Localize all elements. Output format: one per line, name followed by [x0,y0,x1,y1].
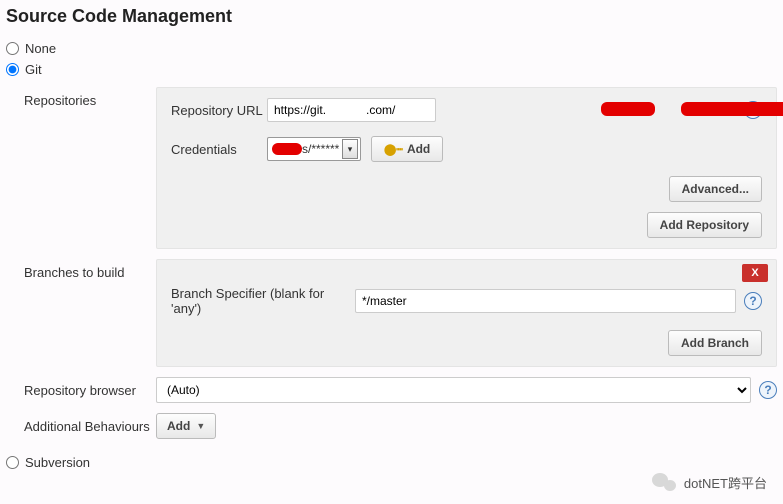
add-behaviour-button[interactable]: Add ▼ [156,413,216,439]
branches-label: Branches to build [6,259,156,280]
watermark-text: dotNET跨平台 [684,473,767,492]
branch-specifier-input[interactable] [355,289,736,313]
key-icon: ⬤┉ [384,143,403,156]
wechat-icon [652,470,676,494]
chevron-down-icon: ▼ [196,421,205,431]
delete-branch-button[interactable]: X [742,264,768,282]
radio-subversion-label: Subversion [25,455,90,470]
repo-url-label: Repository URL [171,103,267,118]
radio-none-label: None [25,41,56,56]
additional-behaviours-label: Additional Behaviours [6,413,156,434]
redaction [601,102,655,116]
chevron-down-icon: ▾ [342,139,358,159]
section-title: Source Code Management [6,6,777,27]
repo-browser-label: Repository browser [6,377,156,398]
repositories-label: Repositories [6,87,156,108]
watermark: dotNET跨平台 [652,470,767,494]
radio-git[interactable] [6,63,19,76]
credentials-select[interactable]: s/****** ▾ [267,137,361,161]
credentials-label: Credentials [171,142,267,157]
scm-option-none[interactable]: None [6,41,777,56]
add-behaviour-label: Add [167,419,190,433]
repo-url-input[interactable] [267,98,436,122]
branch-specifier-label: Branch Specifier (blank for 'any') [171,286,355,316]
radio-git-label: Git [25,62,42,77]
branches-panel: X Branch Specifier (blank for 'any') ? A… [156,259,777,367]
redaction [681,102,783,116]
advanced-button[interactable]: Advanced... [669,176,762,202]
scm-option-subversion[interactable]: Subversion [6,455,777,470]
repo-browser-select[interactable]: (Auto) [156,377,751,403]
radio-subversion[interactable] [6,456,19,469]
help-icon[interactable]: ? [759,381,777,399]
add-branch-button[interactable]: Add Branch [668,330,762,356]
help-icon[interactable]: ? [744,292,762,310]
add-credentials-label: Add [407,142,430,156]
add-repository-button[interactable]: Add Repository [647,212,762,238]
radio-none[interactable] [6,42,19,55]
scm-option-git[interactable]: Git [6,62,777,77]
credentials-value: s/****** [302,142,339,156]
repositories-panel: Repository URL ? Credentials s/****** ▾ … [156,87,777,249]
redaction [272,143,302,155]
add-credentials-button[interactable]: ⬤┉ Add [371,136,443,162]
